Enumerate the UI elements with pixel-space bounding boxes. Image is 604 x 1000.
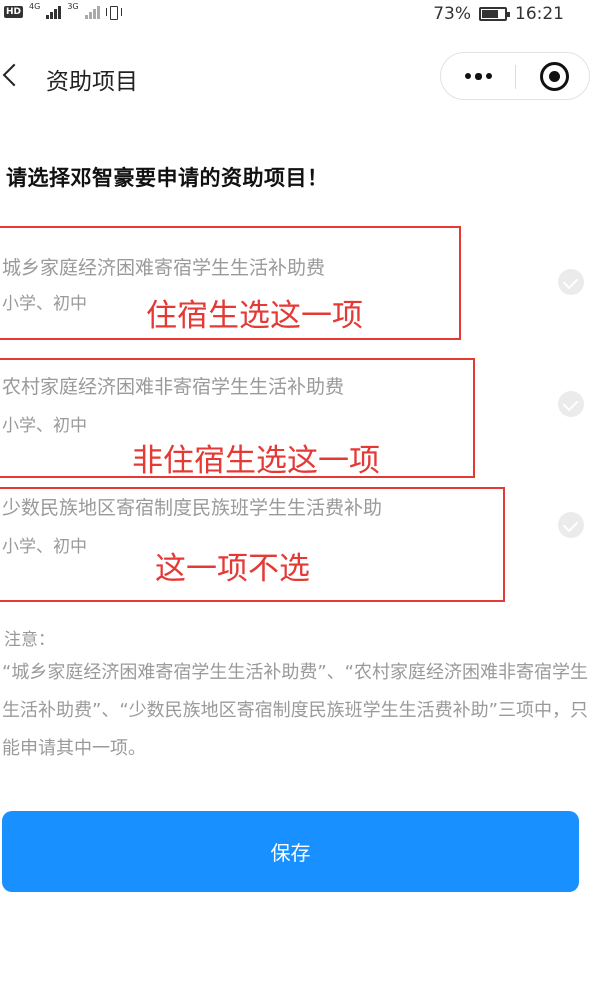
network-type-1: 4G	[29, 2, 41, 11]
check-icon[interactable]	[558, 269, 584, 295]
status-bar: HD 4G 3G 73% 16:21	[0, 0, 604, 30]
capsule-divider	[515, 65, 516, 89]
clock: 16:21	[515, 4, 564, 24]
note-body: “城乡家庭经济困难寄宿学生生活补助费”、“农村家庭经济困难非寄宿学生生活补助费”…	[2, 662, 588, 759]
note-label: 注意：	[4, 630, 55, 650]
page-title: 资助项目	[46, 69, 138, 95]
signal-icon-2	[84, 5, 100, 19]
vibrate-icon	[105, 5, 122, 20]
battery-percent: 73%	[433, 4, 471, 24]
option-item[interactable]: 城乡家庭经济困难寄宿学生生活补助费 小学、初中 住宿生选这一项	[0, 226, 604, 341]
save-button[interactable]: 保存	[2, 811, 579, 892]
status-right: 73% 16:21	[433, 4, 564, 24]
signal-icon	[46, 5, 62, 19]
network-type-2: 3G	[67, 2, 79, 11]
status-left: HD 4G 3G	[4, 2, 122, 20]
annotation-text: 非住宿生选这一项	[132, 443, 380, 479]
hd-badge: HD	[4, 6, 24, 18]
option-item[interactable]: 农村家庭经济困难非寄宿学生生活补助费 小学、初中 非住宿生选这一项	[0, 358, 604, 479]
back-arrow-icon[interactable]	[2, 63, 26, 87]
annotation-text: 住宿生选这一项	[146, 298, 363, 334]
miniprogram-capsule	[440, 52, 590, 100]
option-item[interactable]: 少数民族地区寄宿制度民族班学生生活费补助 小学、初中 这一项不选	[0, 487, 604, 602]
battery-icon	[479, 7, 510, 21]
check-icon[interactable]	[558, 512, 584, 538]
title-bar: 资助项目	[0, 40, 604, 110]
check-icon[interactable]	[558, 391, 584, 417]
more-icon[interactable]	[465, 72, 492, 80]
close-miniprogram-icon[interactable]	[540, 62, 569, 91]
page-heading: 请选择邓智豪要申请的资助项目！	[6, 166, 329, 190]
annotation-text: 这一项不选	[155, 551, 310, 587]
